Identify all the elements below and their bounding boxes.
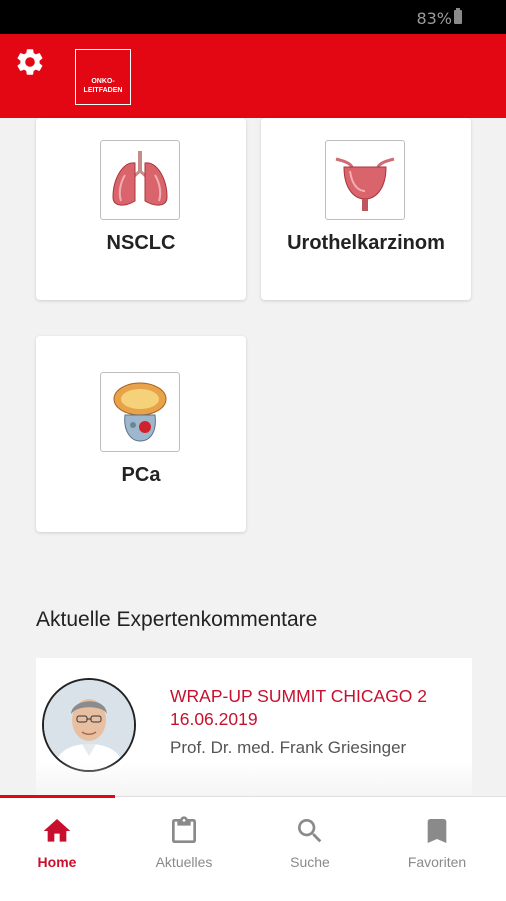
logo-line-2: LEITFADEN — [83, 87, 123, 94]
comment-date: 16.06.2019 — [170, 709, 258, 729]
app-header: ONKO- LEITFADEN — [0, 34, 506, 118]
category-label: NSCLC — [106, 232, 176, 254]
status-bar: 83% — [0, 0, 506, 34]
nav-label: Favoriten — [407, 854, 467, 870]
battery-percentage: 83% — [416, 9, 452, 28]
category-card-urothelkarzinom[interactable]: Urothelkarzinom — [261, 118, 471, 300]
nav-home[interactable]: Home — [0, 797, 120, 901]
bladder-icon — [325, 140, 405, 220]
scroll-fade — [0, 760, 506, 800]
bookmark-icon — [421, 815, 453, 852]
category-label: PCa — [121, 464, 161, 486]
comment-title: WRAP-UP SUMMIT CHICAGO 2 — [170, 686, 428, 706]
app-logo: ONKO- LEITFADEN — [75, 49, 131, 105]
bottom-navigation: Home Aktuelles Suche Favoriten — [0, 795, 506, 901]
section-title: Aktuelle Expertenkommentare — [36, 608, 318, 631]
search-icon — [294, 815, 326, 852]
gear-icon[interactable] — [14, 46, 46, 78]
nav-label: Home — [37, 854, 77, 870]
nav-label: Aktuelles — [155, 854, 213, 870]
home-icon — [41, 815, 73, 852]
prostate-icon — [100, 372, 180, 452]
nav-label: Suche — [290, 854, 330, 870]
lungs-icon — [100, 140, 180, 220]
comment-author: Prof. Dr. med. Frank Griesinger — [170, 738, 407, 757]
nav-aktuelles[interactable]: Aktuelles — [121, 797, 247, 901]
nav-suche[interactable]: Suche — [247, 797, 373, 901]
category-label: Urothelkarzinom — [287, 232, 445, 254]
clipboard-icon — [168, 815, 200, 852]
category-card-nsclc[interactable]: NSCLC — [36, 118, 246, 300]
category-card-pca[interactable]: PCa — [36, 336, 246, 532]
battery-icon — [454, 8, 462, 24]
logo-line-1: ONKO- — [91, 78, 115, 85]
avatar — [42, 678, 136, 772]
nav-favoriten[interactable]: Favoriten — [374, 797, 500, 901]
